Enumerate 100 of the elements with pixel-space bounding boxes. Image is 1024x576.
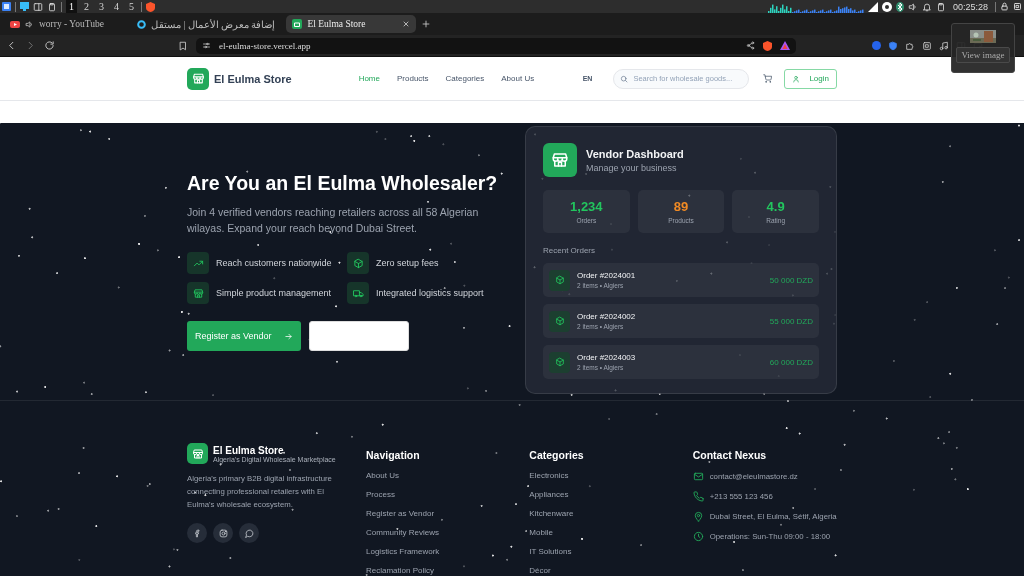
store-icon bbox=[292, 19, 303, 29]
stat-value: 1,234 bbox=[570, 199, 603, 214]
order-title: Order #2024001 bbox=[577, 271, 637, 280]
dashboard-title: Vendor Dashboard bbox=[586, 147, 684, 160]
tab-title: إضافة معرض الأعمال | مستقل bbox=[151, 18, 276, 30]
dashboard-subtitle: Manage your business bbox=[586, 162, 678, 173]
social-button[interactable] bbox=[239, 523, 259, 543]
footer-link[interactable]: Logistics Framework bbox=[366, 546, 511, 558]
footer-link[interactable]: Register as Vendor bbox=[366, 508, 511, 520]
music-icon[interactable] bbox=[939, 40, 949, 51]
clipboard-icon[interactable] bbox=[935, 1, 946, 12]
user-icon bbox=[792, 74, 801, 83]
clock-icon bbox=[692, 530, 704, 542]
feature-label: Reach customers nationwide bbox=[216, 258, 332, 268]
window-icon[interactable] bbox=[922, 40, 932, 51]
feature-icon bbox=[187, 252, 209, 274]
workspace-button[interactable]: 4 bbox=[111, 0, 122, 13]
stat-value: 4.9 bbox=[766, 199, 785, 214]
nav-link[interactable]: About Us bbox=[501, 74, 535, 83]
browser-tab[interactable]: worry - YouTube bbox=[4, 15, 126, 33]
footer-link[interactable]: Appliances bbox=[529, 489, 674, 501]
extensions-icon[interactable] bbox=[905, 40, 915, 51]
close-icon[interactable] bbox=[402, 20, 411, 28]
bluetooth-icon[interactable] bbox=[895, 1, 904, 12]
footer-link[interactable]: Process bbox=[366, 489, 511, 501]
hero-description: Join 4 verified vendors reaching retailers across all 58 Algerian wilayas. Expand your reach beyond Dubai Street. bbox=[187, 205, 480, 236]
footer-heading: Contact Nexus bbox=[692, 449, 768, 461]
order-title: Order #2024003 bbox=[577, 353, 637, 362]
volume-icon[interactable] bbox=[907, 1, 918, 12]
footer-link[interactable]: Kitchenware bbox=[529, 508, 674, 520]
triangle-icon[interactable] bbox=[780, 41, 790, 50]
window-icon[interactable] bbox=[47, 1, 57, 12]
bell-icon[interactable] bbox=[921, 1, 932, 12]
feature-label: Zero setup fees bbox=[376, 258, 439, 268]
social-button[interactable] bbox=[187, 523, 207, 543]
clock: 00:25:28 bbox=[951, 1, 989, 12]
feature-label: Simple product management bbox=[216, 288, 332, 298]
video-icon bbox=[10, 20, 20, 28]
feature-label: Integrated logistics support bbox=[376, 288, 484, 298]
shield-icon[interactable] bbox=[888, 40, 898, 51]
tab-title: El Eulma Store bbox=[307, 19, 367, 29]
logo-icon bbox=[187, 67, 209, 90]
order-amount: 50 000 DZD bbox=[769, 275, 813, 285]
lock-icon[interactable] bbox=[1000, 2, 1009, 11]
site-settings-icon[interactable] bbox=[202, 41, 211, 50]
store-icon bbox=[543, 143, 577, 177]
window-icon[interactable] bbox=[33, 1, 43, 12]
order-amount: 60 000 DZD bbox=[769, 357, 813, 367]
workspace-button[interactable]: 2 bbox=[81, 0, 92, 13]
package-icon bbox=[549, 269, 570, 291]
instagram-icon bbox=[218, 528, 228, 538]
footer-link[interactable]: Décor bbox=[529, 565, 674, 576]
nav-link[interactable]: Categories bbox=[445, 74, 485, 83]
bookmark-icon[interactable] bbox=[178, 40, 188, 51]
window-icon[interactable] bbox=[1013, 2, 1022, 11]
chat-bubble-icon bbox=[244, 528, 254, 538]
browser-tab[interactable]: إضافة معرض الأعمال | مستقل bbox=[131, 15, 282, 33]
desktop-icon[interactable] bbox=[20, 2, 29, 11]
package-icon bbox=[549, 310, 570, 332]
workspace-button[interactable]: 5 bbox=[126, 0, 137, 13]
package-icon bbox=[549, 351, 570, 373]
share-icon[interactable] bbox=[746, 41, 755, 50]
order-title: Order #2024002 bbox=[577, 312, 637, 321]
url-text: el-eulma-store.vercel.app bbox=[219, 40, 312, 51]
arrow-icon bbox=[283, 331, 293, 341]
new-tab-icon[interactable] bbox=[421, 19, 432, 29]
phone-icon bbox=[692, 490, 704, 502]
address-bar[interactable]: el-eulma-store.vercel.app bbox=[196, 37, 796, 54]
feature-icon bbox=[187, 282, 209, 304]
logo-icon bbox=[187, 443, 208, 464]
circle-icon[interactable] bbox=[872, 41, 881, 50]
location-pin-icon bbox=[692, 510, 704, 522]
browser-tab[interactable]: El Eulma Store bbox=[286, 15, 417, 33]
footer-heading: Navigation bbox=[366, 449, 421, 461]
stat-value: 89 bbox=[673, 199, 689, 214]
footer-link[interactable]: Community Reviews bbox=[366, 527, 511, 539]
footer-link[interactable]: IT Solutions bbox=[529, 546, 674, 558]
footer-link[interactable]: About Us bbox=[366, 470, 511, 482]
facebook-icon bbox=[192, 528, 202, 538]
lion-shield-icon[interactable] bbox=[763, 40, 772, 51]
hero-title: Are You an El Eulma Wholesaler? bbox=[187, 172, 499, 195]
footer-link[interactable]: Reclamation Policy bbox=[366, 565, 511, 576]
ring-icon bbox=[137, 19, 146, 29]
lion-shield-icon[interactable] bbox=[146, 1, 155, 12]
brand-name: El Eulma Store bbox=[213, 444, 285, 456]
feature-icon bbox=[347, 252, 369, 274]
app-menu-icon[interactable] bbox=[2, 2, 11, 11]
view-image-button[interactable]: View image bbox=[956, 47, 1010, 63]
tab-title: worry - YouTube bbox=[39, 19, 105, 29]
section-heading: Recent Orders bbox=[543, 246, 597, 255]
footer-heading: Categories bbox=[529, 449, 585, 461]
reload-icon[interactable] bbox=[44, 40, 55, 51]
cart-icon[interactable] bbox=[763, 74, 773, 83]
footer-link[interactable]: Electronics bbox=[529, 470, 674, 482]
workspace-button[interactable]: 1 bbox=[66, 0, 77, 13]
nav-link[interactable]: Products bbox=[397, 74, 429, 83]
workspace-button[interactable]: 3 bbox=[96, 0, 107, 13]
order-amount: 55 000 DZD bbox=[769, 316, 813, 326]
social-button[interactable] bbox=[213, 523, 233, 543]
footer-link[interactable]: Mobile bbox=[529, 527, 674, 539]
